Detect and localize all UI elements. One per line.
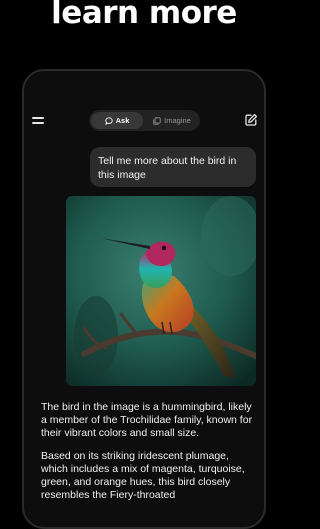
response-paragraph-1: The bird in the image is a hummingbird, … xyxy=(41,401,253,439)
ask-tab[interactable]: Ask xyxy=(91,112,143,129)
response-paragraph-2: Based on its striking iridescent plumage… xyxy=(41,450,245,501)
chat-bubble-icon xyxy=(104,116,113,125)
imagine-tab[interactable]: Imagine xyxy=(146,112,198,129)
hummingbird-photo xyxy=(66,196,256,386)
promo-headline: people learn more xyxy=(0,0,288,30)
phone-frame: Ask Imagine Tell me more about the bird … xyxy=(22,69,266,529)
menu-icon[interactable] xyxy=(32,116,44,126)
imagine-tab-label: Imagine xyxy=(164,116,191,125)
user-message-bubble: Tell me more about the bird in this imag… xyxy=(90,147,256,187)
ask-tab-label: Ask xyxy=(115,116,130,125)
edit-icon[interactable] xyxy=(244,113,258,127)
top-bar: Ask Imagine xyxy=(24,109,264,133)
assistant-response: The bird in the image is a hummingbird, … xyxy=(41,401,257,512)
mode-toggle: Ask Imagine xyxy=(89,110,200,131)
user-message-text: Tell me more about the bird in this imag… xyxy=(98,155,237,181)
image-icon xyxy=(153,116,161,125)
promo-line-2: learn more xyxy=(51,0,237,31)
